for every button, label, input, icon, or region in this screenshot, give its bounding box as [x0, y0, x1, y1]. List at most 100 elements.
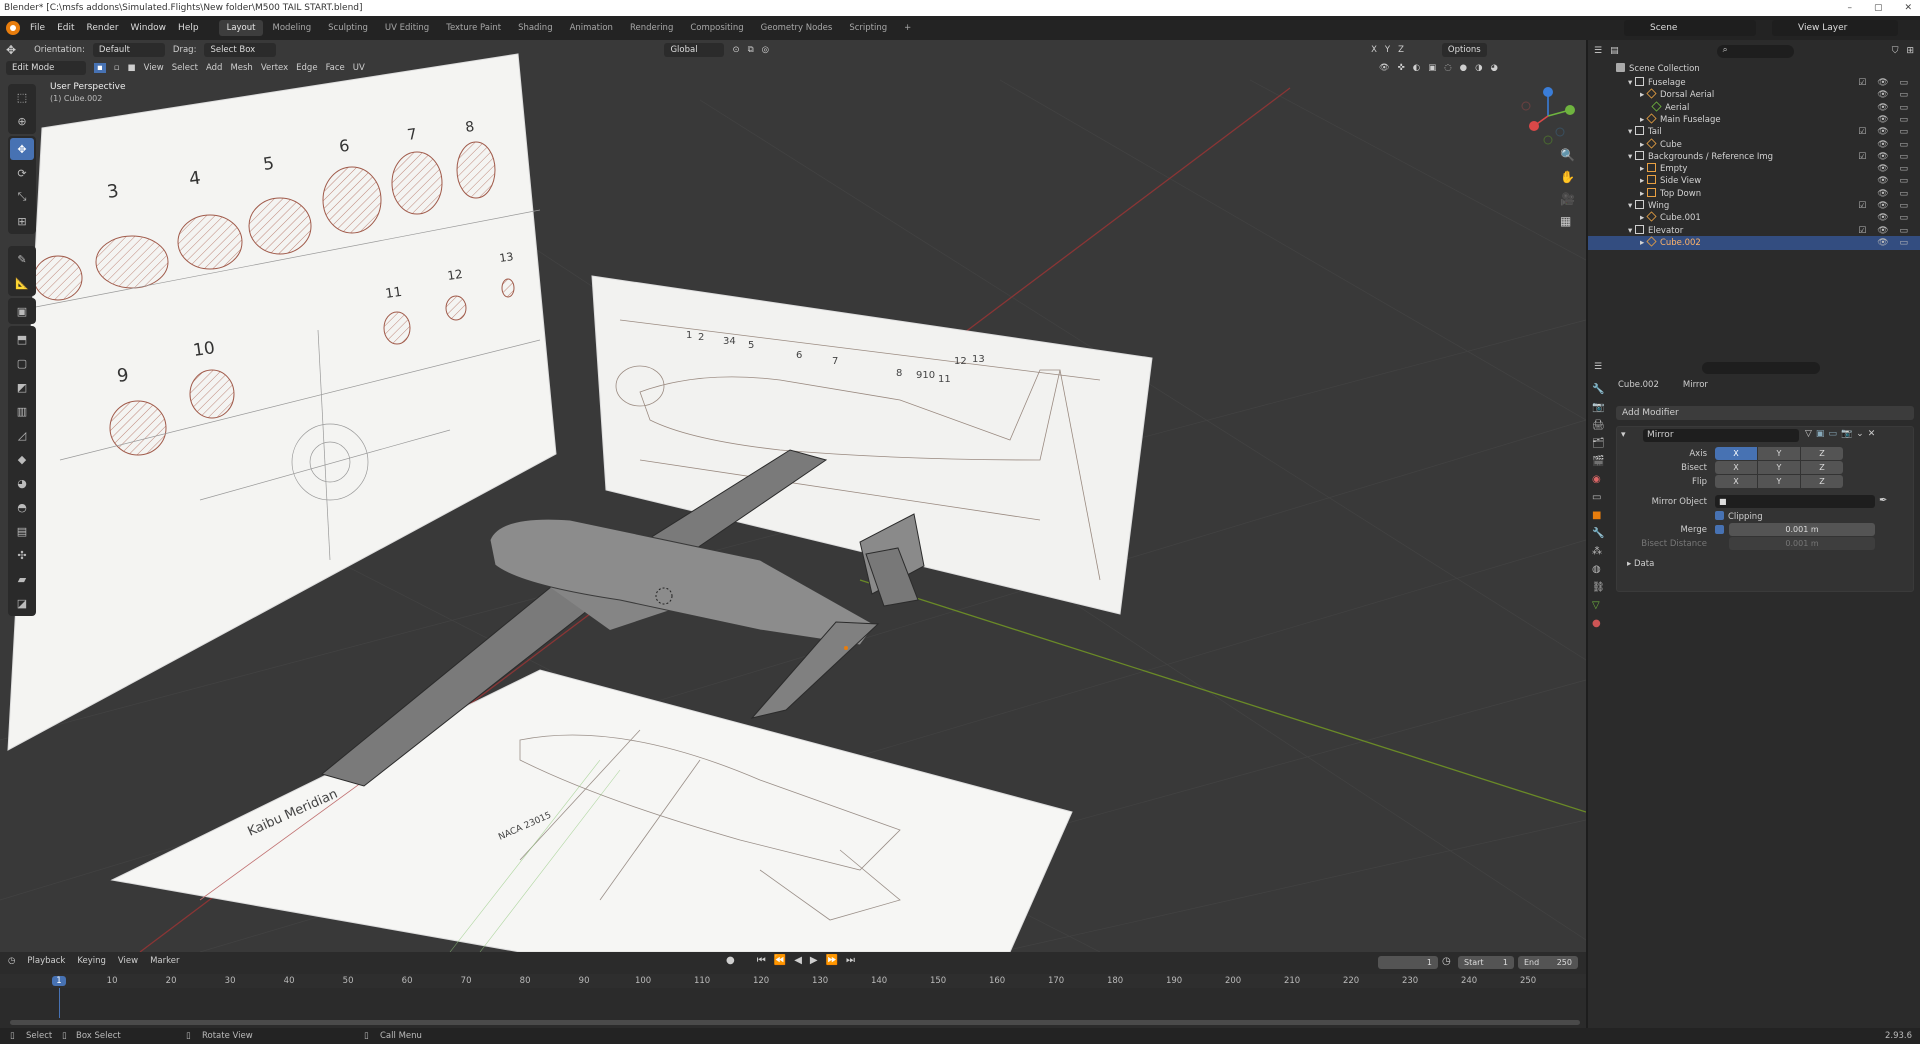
tab-scripting[interactable]: Scripting — [841, 20, 895, 36]
data-subpanel[interactable]: ▸ Data — [1627, 559, 1654, 569]
proportional-edit-icon[interactable]: ◎ — [762, 45, 769, 55]
scale-tool-icon[interactable]: ⤡ — [10, 186, 34, 208]
modifier-name-field[interactable]: Mirror — [1643, 429, 1799, 442]
knife-tool-icon[interactable]: ◿ — [10, 424, 34, 446]
axis-z-toggle[interactable]: Z — [1398, 45, 1404, 55]
inset-tool-icon[interactable]: ▢ — [10, 352, 34, 374]
tab-rendering[interactable]: Rendering — [622, 20, 681, 36]
output-tab-icon[interactable]: 🖨 — [1592, 420, 1612, 431]
face-select-icon[interactable]: ■ — [128, 63, 136, 73]
bisect-z-button[interactable]: Z — [1801, 461, 1843, 474]
flip-z-button[interactable]: Z — [1801, 475, 1843, 488]
scene-tab-icon[interactable]: 🎬 — [1592, 456, 1612, 467]
edge-slide-tool-icon[interactable]: ▤ — [10, 520, 34, 542]
axis-x-button[interactable]: X — [1715, 447, 1757, 460]
xray-icon[interactable]: ▣ — [1428, 63, 1436, 73]
snap-icon[interactable]: ⧉ — [748, 45, 754, 55]
expand-arrow-icon[interactable]: ▸ — [1640, 115, 1647, 125]
edit-mode-toggle-icon[interactable]: ▽ — [1805, 429, 1812, 439]
expand-arrow-icon[interactable]: ▾ — [1628, 127, 1635, 137]
collection-tab-icon[interactable]: ▭ — [1592, 492, 1612, 503]
navigation-gizmo[interactable] — [1521, 87, 1575, 145]
expand-arrow-icon[interactable]: ▾ — [1628, 78, 1635, 88]
flip-x-button[interactable]: X — [1715, 475, 1757, 488]
timeline-scrollbar[interactable] — [10, 1020, 1580, 1025]
menu-file[interactable]: File — [24, 23, 51, 33]
zoom-icon[interactable]: 🔍 — [1560, 148, 1575, 162]
tab-compositing[interactable]: Compositing — [682, 20, 751, 36]
expand-arrow-icon[interactable]: ▸ — [1640, 140, 1647, 150]
eyedropper-icon[interactable]: ✒ — [1879, 495, 1887, 506]
tab-geometry-nodes[interactable]: Geometry Nodes — [753, 20, 841, 36]
expand-arrow-icon[interactable]: ▸ — [1640, 213, 1647, 223]
add-workspace-icon[interactable]: + — [896, 20, 919, 36]
transform-tool-icon[interactable]: ⊞ — [10, 210, 34, 232]
expand-arrow-icon[interactable]: ▸ — [1640, 189, 1647, 199]
jump-start-icon[interactable]: ⏮ — [757, 955, 766, 966]
play-reverse-icon[interactable]: ◀ — [794, 955, 802, 966]
dropdown-icon[interactable]: ⌄ — [1856, 429, 1864, 439]
menu-help[interactable]: Help — [172, 23, 205, 33]
blender-logo-icon[interactable] — [6, 21, 20, 35]
menu-window[interactable]: Window — [125, 23, 173, 33]
bisect-x-button[interactable]: X — [1715, 461, 1757, 474]
expand-arrow-icon[interactable]: ▾ — [1628, 226, 1635, 236]
orientation-dropdown[interactable]: Default — [92, 43, 165, 57]
add-cube-tool-icon[interactable]: ▣ — [10, 300, 34, 322]
scene-selector[interactable]: Scene — [1624, 20, 1756, 36]
expand-arrow-icon[interactable]: ▸ — [1640, 164, 1647, 174]
new-collection-icon[interactable]: ⊞ — [1906, 46, 1914, 56]
solid-shading-icon[interactable]: ● — [1460, 63, 1467, 73]
annotate-tool-icon[interactable]: ✎ — [10, 248, 34, 270]
clipping-checkbox[interactable]: Clipping — [1715, 511, 1763, 522]
move-tool-button[interactable]: ✥ — [10, 138, 34, 160]
axis-z-button[interactable]: Z — [1801, 447, 1843, 460]
play-icon[interactable]: ▶ — [810, 955, 818, 966]
outliner-search-input[interactable]: ⌕ — [1716, 44, 1794, 58]
playhead[interactable]: 1 — [52, 976, 66, 986]
pan-hand-icon[interactable]: ✋ — [1560, 170, 1575, 184]
jump-end-icon[interactable]: ⏭ — [846, 955, 855, 966]
physics-tab-icon[interactable]: ◍ — [1592, 564, 1612, 575]
gizmo-icon[interactable]: ✜ — [1398, 63, 1405, 73]
record-icon[interactable]: ● — [726, 955, 735, 966]
view-layer-tab-icon[interactable]: 🗂 — [1592, 438, 1612, 449]
close-icon[interactable]: ✕ — [1904, 0, 1912, 16]
timeline-editor-icon[interactable]: ◷ — [8, 956, 15, 966]
rendered-shading-icon[interactable]: ◕ — [1490, 63, 1497, 73]
extrude-tool-icon[interactable]: ⬒ — [10, 328, 34, 350]
wireframe-shading-icon[interactable]: ◌ — [1444, 63, 1451, 73]
playback-menu[interactable]: Playback — [27, 956, 65, 966]
marker-menu[interactable]: Marker — [150, 956, 179, 966]
remove-modifier-icon[interactable]: ✕ — [1868, 429, 1876, 439]
current-frame-field[interactable]: 1 — [1378, 956, 1438, 969]
data-tab-icon[interactable]: ▽ — [1592, 600, 1612, 611]
visibility-toggle-icon[interactable]: 👁 ▭ — [1877, 236, 1912, 250]
object-tab-icon[interactable]: ■ — [1592, 510, 1612, 521]
select-tool-icon[interactable]: ⬚ — [10, 86, 34, 108]
smooth-tool-icon[interactable]: ◓ — [10, 496, 34, 518]
spin-tool-icon[interactable]: ◕ — [10, 472, 34, 494]
expand-arrow-icon[interactable]: ▸ — [1640, 238, 1647, 248]
edge-menu[interactable]: Edge — [296, 63, 317, 73]
tab-modeling[interactable]: Modeling — [264, 20, 319, 36]
face-menu[interactable]: Face — [326, 63, 345, 73]
camera-icon[interactable]: 🎥 — [1560, 192, 1575, 206]
render-tab-icon[interactable]: 📷 — [1592, 402, 1612, 413]
start-frame-field[interactable]: Start 1 — [1458, 956, 1514, 969]
edge-select-icon[interactable]: ▫ — [114, 63, 120, 73]
properties-editor-icon[interactable]: ☰ — [1594, 362, 1602, 376]
tool-tab-icon[interactable]: 🔧 — [1592, 384, 1612, 395]
pivot-icon[interactable]: ⊙ — [732, 45, 739, 55]
cursor-tool-icon[interactable]: ⊕ — [10, 110, 34, 132]
add-modifier-button[interactable]: Add Modifier — [1616, 406, 1914, 420]
add-menu[interactable]: Add — [206, 63, 222, 73]
maximize-icon[interactable]: ▢ — [1874, 0, 1883, 16]
expand-arrow-icon[interactable]: ▸ — [1640, 90, 1647, 100]
outliner-row[interactable]: ▸ Cube.002 👁 ▭ — [1588, 235, 1920, 250]
next-keyframe-icon[interactable]: ⏩ — [826, 955, 838, 966]
viewport-toggle-icon[interactable]: ▭ — [1828, 429, 1837, 439]
tab-uv-editing[interactable]: UV Editing — [377, 20, 437, 36]
cage-toggle-icon[interactable]: ▣ — [1816, 429, 1825, 439]
options-dropdown[interactable]: Options — [1441, 43, 1487, 57]
